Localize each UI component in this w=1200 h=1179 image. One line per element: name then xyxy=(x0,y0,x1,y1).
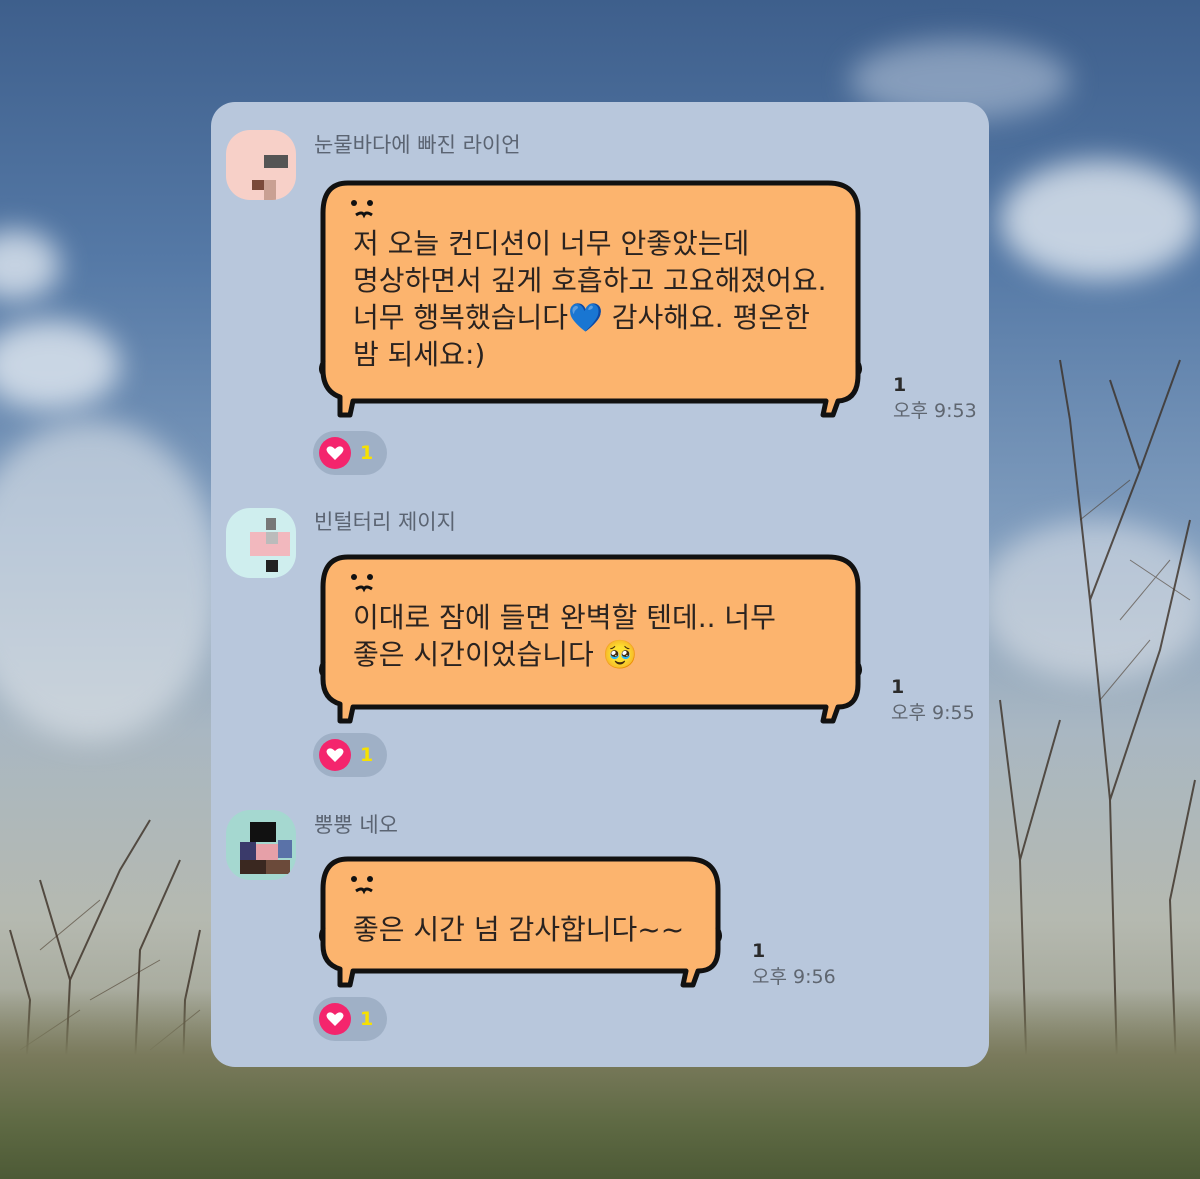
message-time: 오후 9:56 xyxy=(752,966,836,988)
message-bubble[interactable]: 이대로 잠에 들면 완벽할 텐데.. 너무 좋은 시간이었습니다 🥹 xyxy=(318,549,863,724)
message-meta: 1 오후 9:55 xyxy=(891,676,975,724)
message-time: 오후 9:55 xyxy=(891,702,975,724)
reaction-count: 1 xyxy=(360,1008,374,1030)
message-bubble[interactable]: 좋은 시간 넘 감사합니다~~ xyxy=(318,851,723,989)
sender-avatar[interactable] xyxy=(226,130,296,200)
sender-avatar[interactable] xyxy=(226,508,296,578)
chat-card: 눈물바다에 빠진 라이언 저 오늘 컨디션이 너무 안좋았는데 명상하면서 깊게… xyxy=(211,102,989,1067)
message-meta: 1 오후 9:53 xyxy=(893,374,977,422)
sender-name: 눈물바다에 빠진 라이언 xyxy=(314,133,521,157)
message-text: 저 오늘 컨디션이 너무 안좋았는데 명상하면서 깊게 호흡하고 고요해졌어요.… xyxy=(353,227,827,371)
message-bubble[interactable]: 저 오늘 컨디션이 너무 안좋았는데 명상하면서 깊게 호흡하고 고요해졌어요.… xyxy=(318,175,863,419)
bubble-face-icon xyxy=(351,574,373,593)
reaction-count: 1 xyxy=(360,744,374,766)
message-time: 오후 9:53 xyxy=(893,400,977,422)
heart-icon xyxy=(319,437,351,469)
sender-avatar[interactable] xyxy=(226,810,296,880)
sender-name: 뿡뿡 네오 xyxy=(314,813,398,837)
reaction-badge[interactable]: 1 xyxy=(313,733,387,777)
heart-icon xyxy=(319,1003,351,1035)
reaction-count: 1 xyxy=(360,442,374,464)
bubble-face-icon xyxy=(351,200,373,219)
message-meta: 1 오후 9:56 xyxy=(752,940,836,988)
unread-count: 1 xyxy=(893,374,907,396)
message-text: 좋은 시간 넘 감사합니다~~ xyxy=(353,913,685,946)
reaction-badge[interactable]: 1 xyxy=(313,431,387,475)
heart-icon xyxy=(319,739,351,771)
bubble-face-icon xyxy=(351,876,373,895)
unread-count: 1 xyxy=(752,940,766,962)
sender-name: 빈털터리 제이지 xyxy=(314,510,456,534)
message-text: 이대로 잠에 들면 완벽할 텐데.. 너무 좋은 시간이었습니다 🥹 xyxy=(353,601,776,671)
reaction-badge[interactable]: 1 xyxy=(313,997,387,1041)
unread-count: 1 xyxy=(891,676,905,698)
